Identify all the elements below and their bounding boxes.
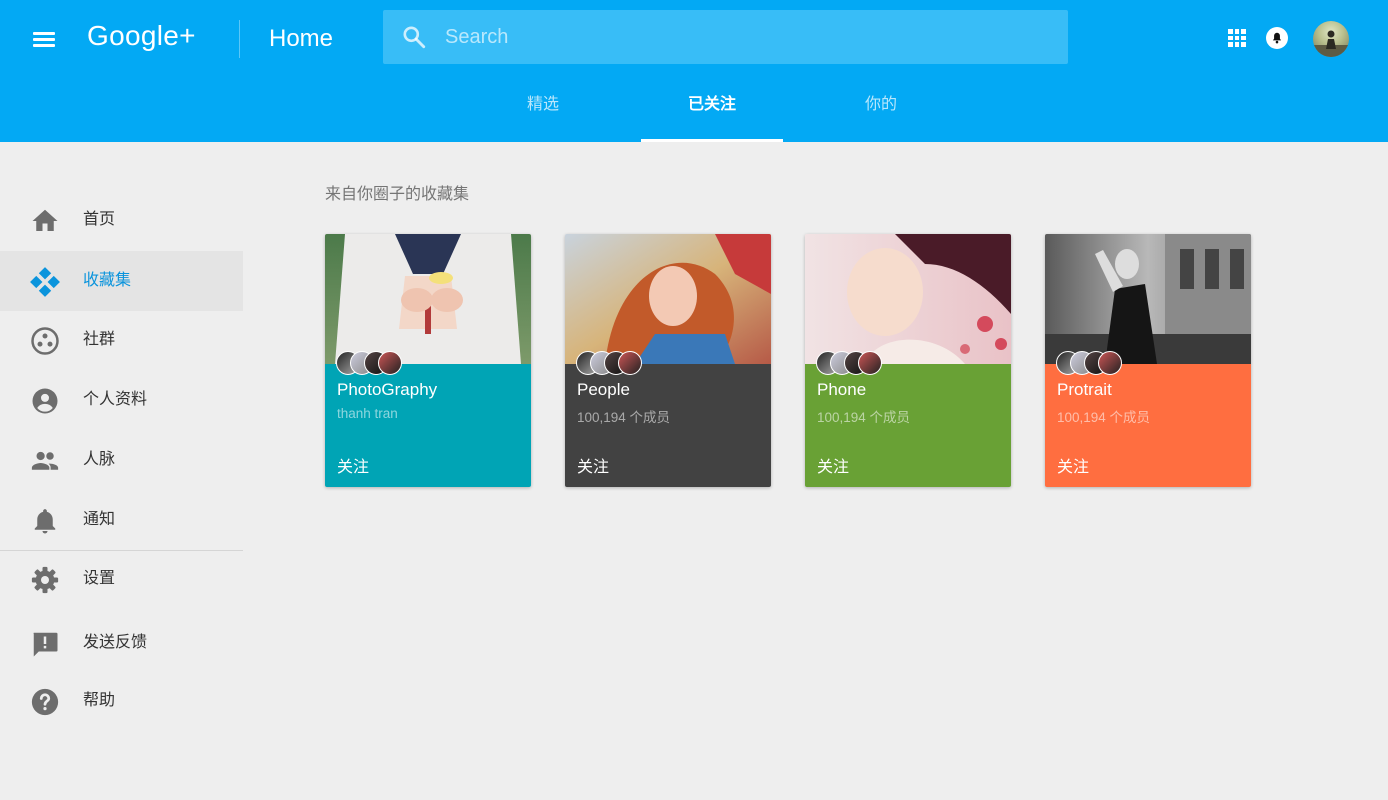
member-avatar [378, 351, 402, 375]
follow-button[interactable]: 关注 [337, 453, 369, 477]
sidebar-item-notifications[interactable]: 通知 [0, 490, 243, 550]
menu-icon[interactable] [29, 26, 59, 54]
collections-icon [30, 267, 60, 297]
notifications-icon [34, 509, 56, 534]
collection-card-body: People 100,194 个成员 关注 [565, 364, 771, 487]
search-input[interactable] [445, 10, 1045, 64]
collection-member-count: 100,194 个成员 [817, 410, 911, 425]
sidebar-item-profile[interactable]: 个人资料 [0, 370, 243, 430]
account-avatar[interactable] [1313, 21, 1349, 57]
search-icon [403, 26, 426, 49]
tab-yours[interactable]: 你的 [810, 80, 952, 142]
follow-button[interactable]: 关注 [1057, 453, 1089, 477]
sidebar-item-label: 社群 [83, 331, 116, 348]
sidebar-item-label: 设置 [83, 570, 116, 587]
apps-grid-icon[interactable] [1228, 29, 1246, 47]
cover-photo [565, 234, 771, 364]
bell-icon [1272, 32, 1282, 44]
collection-cover-image [325, 234, 531, 364]
home-icon [32, 209, 58, 231]
sidebar-item-label: 首页 [83, 211, 116, 228]
collection-owner: thanh tran [337, 406, 398, 421]
collection-card-phone[interactable]: Phone 100,194 个成员 关注 [805, 234, 1011, 487]
collection-card-body: Phone 100,194 个成员 关注 [805, 364, 1011, 487]
sidebar-item-label: 通知 [83, 511, 116, 528]
follow-button[interactable]: 关注 [817, 453, 849, 477]
member-avatar [1098, 351, 1122, 375]
sidebar-item-label: 个人资料 [83, 391, 148, 408]
section-title: 来自你圈子的收藏集 [325, 186, 470, 203]
sidebar-item-label: 发送反馈 [83, 634, 148, 651]
settings-icon [31, 566, 59, 594]
communities-icon [31, 327, 59, 355]
sidebar-item-collections[interactable]: 收藏集 [0, 251, 243, 311]
collection-name: Protrait [1057, 380, 1112, 399]
collection-member-count: 100,194 个成员 [577, 410, 671, 425]
search-bar[interactable] [383, 10, 1068, 64]
sidebar-item-help[interactable]: 帮助 [0, 671, 243, 731]
member-avatars [336, 351, 416, 377]
profile-icon [32, 388, 58, 414]
member-avatar [858, 351, 882, 375]
collection-card-portrait[interactable]: Protrait 100,194 个成员 关注 [1045, 234, 1251, 487]
notifications-button[interactable] [1266, 27, 1288, 49]
sidebar-item-people[interactable]: 人脉 [0, 430, 243, 490]
sidebar-item-home[interactable]: 首页 [0, 190, 243, 250]
collection-name: Phone [817, 380, 867, 399]
header-divider [239, 20, 240, 58]
collection-name: People [577, 380, 630, 399]
sidebar-item-settings[interactable]: 设置 [0, 549, 243, 609]
tab-following[interactable]: 已关注 [641, 80, 783, 142]
sidebar-item-communities[interactable]: 社群 [0, 310, 243, 370]
member-avatar [618, 351, 642, 375]
brand-logo[interactable]: Google+ [87, 20, 196, 52]
member-avatars [576, 351, 656, 377]
collection-card-body: Protrait 100,194 个成员 关注 [1045, 364, 1251, 487]
member-avatars [1056, 351, 1136, 377]
collection-name: PhotoGraphy [337, 380, 438, 399]
help-icon [31, 688, 59, 716]
tab-bar: 精选 已关注 你的 [0, 80, 1388, 142]
tab-featured[interactable]: 精选 [472, 80, 614, 142]
member-avatars [816, 351, 896, 377]
sidebar-item-label: 人脉 [83, 451, 116, 468]
feedback-icon [33, 632, 58, 657]
collection-member-count: 100,194 个成员 [1057, 410, 1151, 425]
collection-cover-image [805, 234, 1011, 364]
sidebar-item-feedback[interactable]: 发送反馈 [0, 613, 243, 673]
page-title: Home [269, 25, 334, 52]
follow-button[interactable]: 关注 [577, 453, 609, 477]
collection-card-photography[interactable]: PhotoGraphy thanh tran 关注 [325, 234, 531, 487]
collection-cover-image [565, 234, 771, 364]
cover-photo [325, 234, 531, 364]
people-icon [31, 451, 59, 470]
sidebar-item-label: 帮助 [83, 692, 116, 709]
app-bar: Google+ Home 精选 已关注 你的 [0, 0, 1388, 142]
collection-card-people[interactable]: People 100,194 个成员 关注 [565, 234, 771, 487]
collection-card-body: PhotoGraphy thanh tran 关注 [325, 364, 531, 487]
cover-photo [805, 234, 1011, 364]
collection-cover-image [1045, 234, 1251, 364]
sidebar-item-label: 收藏集 [83, 272, 132, 289]
avatar-photo [1313, 30, 1349, 57]
cover-photo [1045, 234, 1251, 364]
